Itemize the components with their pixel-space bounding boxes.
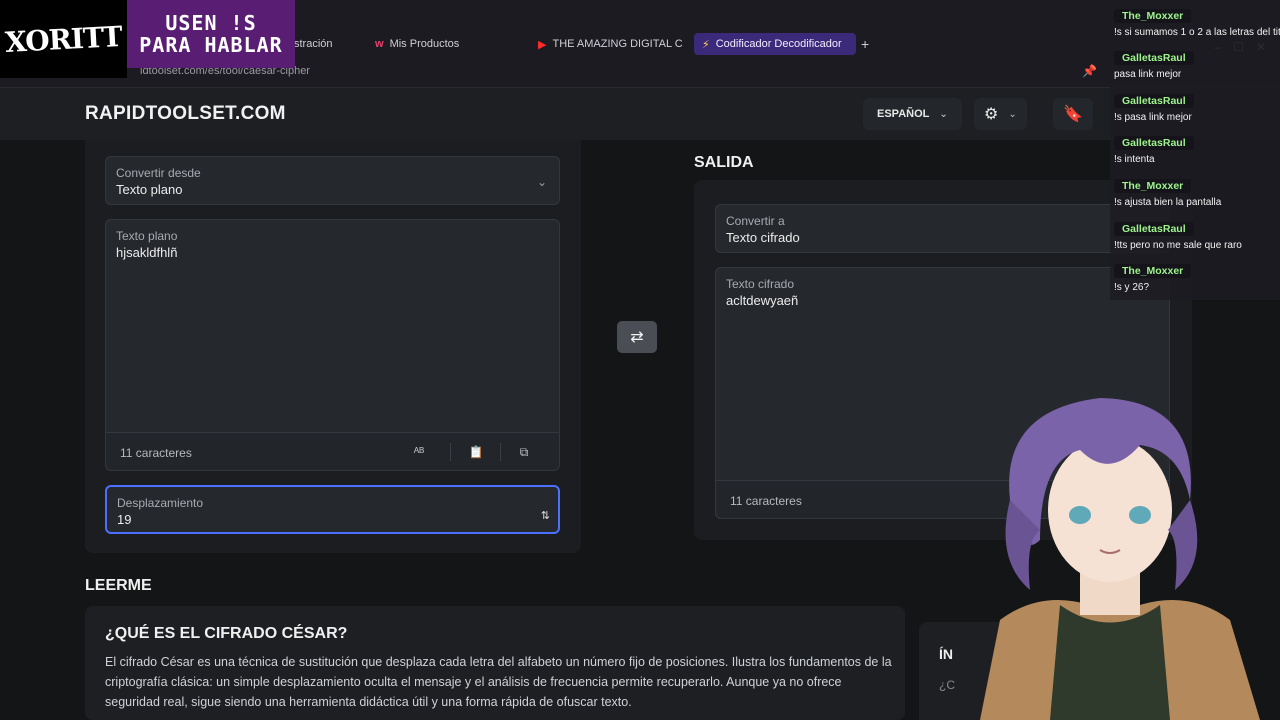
convert-from-label: Convertir desde	[116, 166, 201, 180]
cipher-text-label: Texto cifrado	[726, 277, 795, 291]
site-brand[interactable]: RAPIDTOOLSET.COM	[85, 103, 286, 125]
convert-from-value: Texto plano	[116, 182, 183, 197]
readme-card: ¿QUÉ ES EL CIFRADO CÉSAR? El cifrado Cés…	[85, 606, 905, 720]
chat-text: pasa link mejor	[1114, 69, 1182, 80]
char-count: 11 caracteres	[120, 446, 192, 460]
chat-text: !s ajusta bien la pantalla	[1114, 197, 1222, 208]
plus-icon: +	[861, 36, 870, 52]
convert-to-select[interactable]: Convertir a Texto cifrado	[715, 204, 1170, 253]
site-header: RAPIDTOOLSET.COM ESPAÑOL ⌄ ⚙ ⌄ 🔖	[0, 88, 1280, 140]
avatar-eye-right	[1129, 506, 1151, 524]
chat-username: GalletasRaul	[1114, 136, 1194, 150]
theme-toggle-button[interactable]: ⚙ ⌄	[974, 98, 1027, 130]
convert-to-label: Convertir a	[726, 214, 785, 228]
chat-text: !s si sumamos 1 o 2 a las letras del tit…	[1114, 27, 1280, 38]
notice-line2: PARA HABLAR	[139, 33, 283, 57]
bookmark-button[interactable]: 🔖	[1053, 98, 1093, 130]
tab-label: Codificador Decodificador	[715, 38, 842, 50]
chat-message: The_Moxxer !s ajusta bien la pantalla	[1114, 176, 1280, 208]
chat-message: The_Moxxer !s si sumamos 1 o 2 a las let…	[1114, 6, 1280, 38]
tab-codificador[interactable]: ⚡ Codificador Decodificador	[694, 33, 856, 55]
streamer-logo: XORITT	[0, 0, 127, 78]
notice-line1: USEN !S	[165, 11, 257, 35]
stream-chat: The_Moxxer !s si sumamos 1 o 2 a las let…	[1110, 0, 1280, 300]
tab-label: Mis Productos	[389, 38, 460, 50]
readme-body: El cifrado César es una técnica de susti…	[105, 655, 892, 709]
char-count: 11 caracteres	[730, 494, 802, 508]
divider	[500, 443, 501, 461]
stepper-icon[interactable]: ⇅	[541, 509, 550, 522]
chat-message: The_Moxxer !s y 26?	[1114, 261, 1280, 293]
divider	[450, 443, 451, 461]
output-heading: SALIDA	[694, 154, 754, 171]
shift-value: 19	[117, 512, 132, 527]
language-label: ESPAÑOL	[877, 108, 930, 120]
chat-text: !s y 26?	[1114, 282, 1150, 293]
chat-username: GalletasRaul	[1114, 222, 1194, 236]
chat-message: GalletasRaul !tts pero no me sale que ra…	[1114, 219, 1280, 251]
chat-text: !s intenta	[1114, 154, 1155, 165]
chat-username: The_Moxxer	[1114, 9, 1192, 23]
chevron-down-icon: ⌄	[939, 108, 948, 120]
plain-text-value: hjsakldfhlñ	[116, 245, 178, 260]
new-tab-button[interactable]: +	[861, 33, 869, 55]
chat-username: GalletasRaul	[1114, 94, 1194, 108]
wix-icon: w	[375, 38, 384, 50]
chevron-down-icon: ⌄	[1008, 108, 1017, 120]
avatar-eye-left	[1069, 506, 1091, 524]
cipher-text-value: acltdewyaeñ	[726, 293, 799, 308]
chat-username: The_Moxxer	[1114, 179, 1192, 193]
shift-input[interactable]: Desplazamiento 19 ⇅	[105, 485, 560, 534]
copy-icon[interactable]: ⧉	[512, 441, 536, 463]
chat-message: GalletasRaul pasa link mejor	[1114, 48, 1280, 80]
vtuber-avatar	[980, 398, 1260, 720]
readme-title: ¿QUÉ ES EL CIFRADO CÉSAR?	[105, 625, 348, 642]
pin-icon[interactable]: 📌	[1082, 64, 1097, 78]
convert-to-value: Texto cifrado	[726, 230, 800, 245]
swap-icon: ⇄	[630, 329, 644, 346]
tab-mis-productos[interactable]: w Mis Productos	[375, 33, 459, 55]
chat-username: GalletasRaul	[1114, 51, 1194, 65]
readme-heading: LEERME	[85, 577, 152, 594]
chat-text: !tts pero no me sale que raro	[1114, 240, 1242, 251]
clipboard-icon[interactable]: 📋	[464, 441, 488, 463]
chat-text: !s pasa link mejor	[1114, 112, 1192, 123]
language-selector[interactable]: ESPAÑOL ⌄	[863, 98, 962, 130]
logo-text: XORITT	[4, 19, 123, 59]
chevron-down-icon: ⌄	[536, 175, 547, 189]
plain-text-area[interactable]: Texto plano hjsakldfhlñ 11 caracteres ᴬᴮ…	[105, 219, 560, 471]
chat-message: GalletasRaul !s intenta	[1114, 133, 1280, 165]
chat-message: GalletasRaul !s pasa link mejor	[1114, 91, 1280, 123]
chat-notice: USEN !S PARA HABLAR	[127, 0, 295, 68]
swap-button[interactable]: ⇄	[617, 321, 657, 353]
tab-youtube[interactable]: ▶ THE AMAZING DIGITAL C	[538, 33, 683, 55]
bolt-icon: ⚡	[702, 38, 710, 51]
convert-from-select[interactable]: Convertir desde Texto plano ⌄	[105, 156, 560, 205]
youtube-icon: ▶	[538, 38, 547, 51]
chat-username: The_Moxxer	[1114, 264, 1192, 278]
plain-text-label: Texto plano	[116, 229, 178, 243]
avatar-hair-right	[1168, 500, 1198, 590]
tab-label: THE AMAZING DIGITAL C	[552, 38, 683, 50]
shift-label: Desplazamiento	[117, 496, 204, 510]
textarea-footer: 11 caracteres ᴬᴮ 📋 ⧉	[106, 432, 559, 470]
bookmark-icon: 🔖	[1063, 106, 1083, 123]
gear-icon: ⚙	[984, 106, 999, 123]
case-toggle-icon[interactable]: ᴬᴮ	[407, 441, 431, 463]
